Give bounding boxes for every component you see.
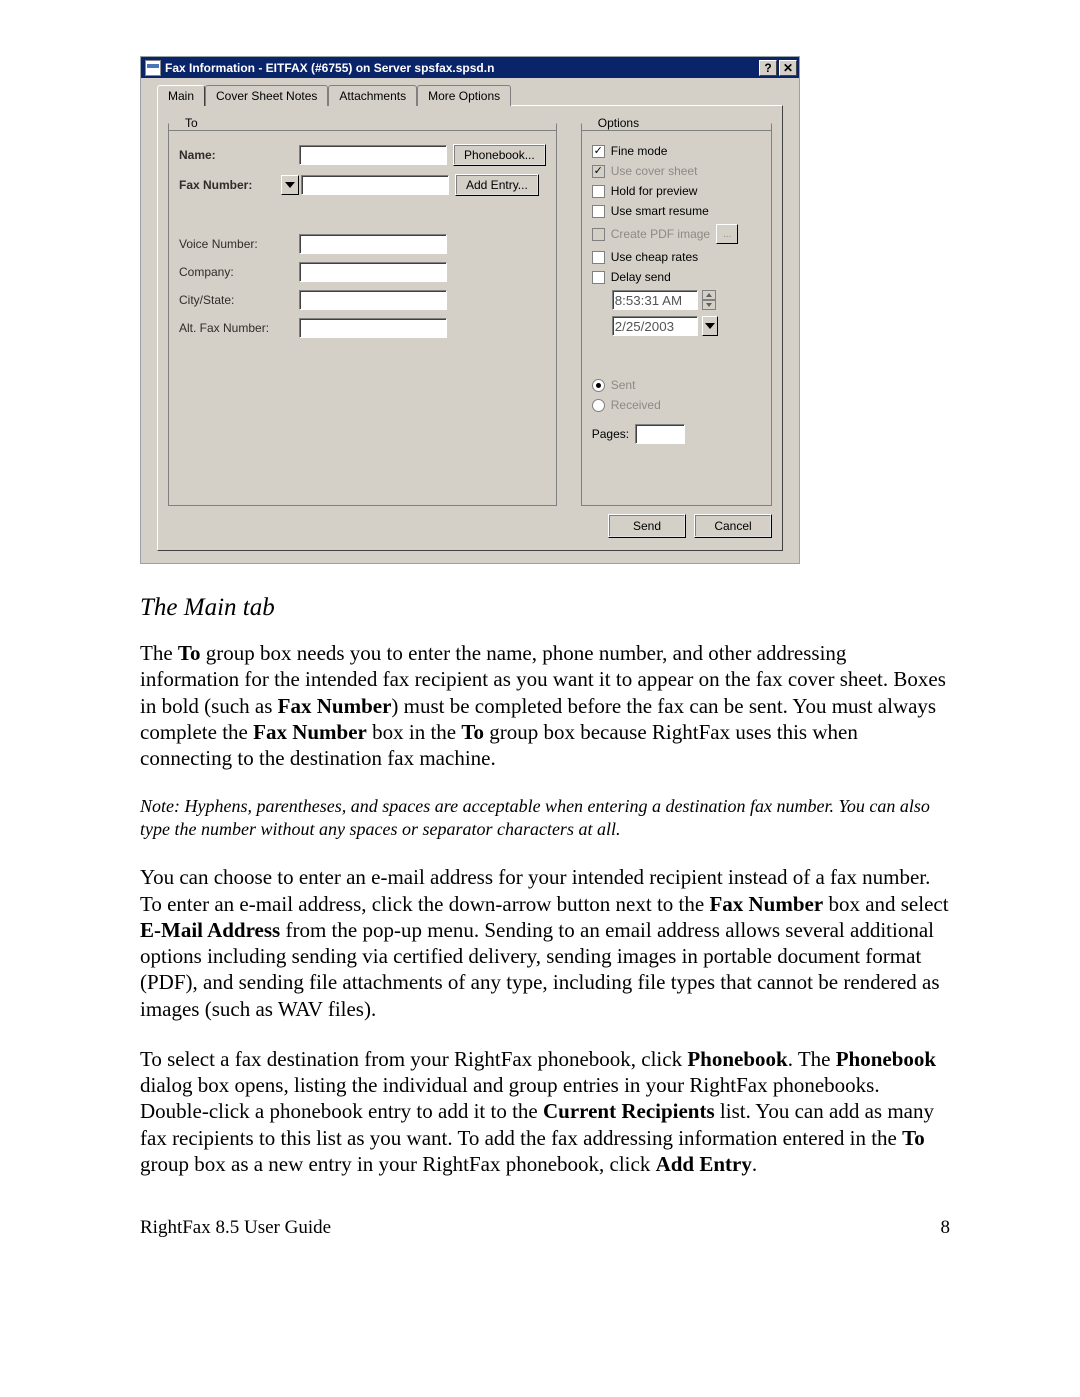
company-input[interactable] bbox=[299, 262, 447, 282]
fine-mode-checkbox[interactable] bbox=[592, 145, 605, 158]
create-pdf-checkbox bbox=[592, 228, 605, 241]
create-pdf-options-button: ... bbox=[716, 224, 738, 244]
use-cover-sheet-checkbox bbox=[592, 165, 605, 178]
chevron-down-icon bbox=[702, 300, 716, 310]
app-icon bbox=[145, 60, 161, 76]
phonebook-button[interactable]: Phonebook... bbox=[453, 144, 546, 166]
sent-radio bbox=[592, 379, 605, 392]
chevron-down-icon bbox=[705, 323, 715, 329]
smart-resume-label: Use smart resume bbox=[611, 204, 709, 218]
delay-send-checkbox[interactable] bbox=[592, 271, 605, 284]
chevron-down-icon bbox=[285, 182, 295, 188]
alt-fax-input[interactable] bbox=[299, 318, 447, 338]
pages-label: Pages: bbox=[592, 427, 629, 441]
delay-send-label: Delay send bbox=[611, 270, 671, 284]
name-label: Name: bbox=[179, 148, 299, 162]
options-group: Options Fine mode Use cover sheet Hold f… bbox=[581, 116, 772, 506]
tabstrip: Main Cover Sheet Notes Attachments More … bbox=[157, 85, 783, 106]
tab-more-options[interactable]: More Options bbox=[417, 85, 511, 106]
tab-attachments[interactable]: Attachments bbox=[328, 85, 417, 106]
fax-number-label: Fax Number: bbox=[179, 178, 281, 192]
fax-information-dialog: Fax Information - EITFAX (#6755) on Serv… bbox=[140, 56, 800, 564]
delay-date-input bbox=[612, 316, 698, 336]
footer-guide-title: RightFax 8.5 User Guide bbox=[140, 1217, 331, 1239]
paragraph-2: You can choose to enter an e-mail addres… bbox=[140, 864, 950, 1022]
section-heading: The Main tab bbox=[140, 594, 950, 622]
fax-type-dropdown[interactable] bbox=[281, 175, 299, 195]
paragraph-1: The To group box needs you to enter the … bbox=[140, 640, 950, 771]
send-button[interactable]: Send bbox=[608, 514, 686, 538]
tab-main[interactable]: Main bbox=[157, 85, 205, 106]
date-dropdown bbox=[702, 316, 718, 336]
company-label: Company: bbox=[179, 265, 299, 279]
delay-time-input bbox=[612, 290, 698, 310]
to-group: To Name: Phonebook... Fax Number: bbox=[168, 116, 557, 506]
sent-label: Sent bbox=[611, 378, 636, 392]
fine-mode-label: Fine mode bbox=[611, 144, 668, 158]
close-button[interactable]: ✕ bbox=[779, 60, 797, 76]
cheap-rates-checkbox[interactable] bbox=[592, 251, 605, 264]
options-legend: Options bbox=[594, 116, 643, 130]
hold-preview-checkbox[interactable] bbox=[592, 185, 605, 198]
use-cover-sheet-label: Use cover sheet bbox=[611, 164, 698, 178]
chevron-up-icon bbox=[702, 290, 716, 300]
titlebar: Fax Information - EITFAX (#6755) on Serv… bbox=[141, 57, 799, 78]
cancel-button[interactable]: Cancel bbox=[694, 514, 772, 538]
window-title: Fax Information - EITFAX (#6755) on Serv… bbox=[165, 61, 757, 75]
note-paragraph: Note: Hyphens, parentheses, and spaces a… bbox=[140, 795, 950, 840]
footer-page-number: 8 bbox=[941, 1217, 951, 1239]
received-radio bbox=[592, 399, 605, 412]
fax-number-input[interactable] bbox=[301, 175, 449, 195]
pages-input[interactable] bbox=[635, 424, 685, 444]
received-label: Received bbox=[611, 398, 661, 412]
city-state-input[interactable] bbox=[299, 290, 447, 310]
voice-number-input[interactable] bbox=[299, 234, 447, 254]
name-input[interactable] bbox=[299, 145, 447, 165]
alt-fax-label: Alt. Fax Number: bbox=[179, 321, 299, 335]
smart-resume-checkbox[interactable] bbox=[592, 205, 605, 218]
city-state-label: City/State: bbox=[179, 293, 299, 307]
page-footer: RightFax 8.5 User Guide 8 bbox=[140, 1217, 950, 1239]
voice-number-label: Voice Number: bbox=[179, 237, 299, 251]
help-button[interactable]: ? bbox=[759, 60, 777, 76]
to-legend: To bbox=[181, 116, 202, 130]
paragraph-3: To select a fax destination from your Ri… bbox=[140, 1046, 950, 1177]
add-entry-button[interactable]: Add Entry... bbox=[455, 174, 539, 196]
hold-preview-label: Hold for preview bbox=[611, 184, 698, 198]
tab-cover-sheet-notes[interactable]: Cover Sheet Notes bbox=[205, 85, 328, 106]
time-spinner bbox=[702, 290, 716, 310]
create-pdf-label: Create PDF image bbox=[611, 227, 710, 241]
cheap-rates-label: Use cheap rates bbox=[611, 250, 698, 264]
